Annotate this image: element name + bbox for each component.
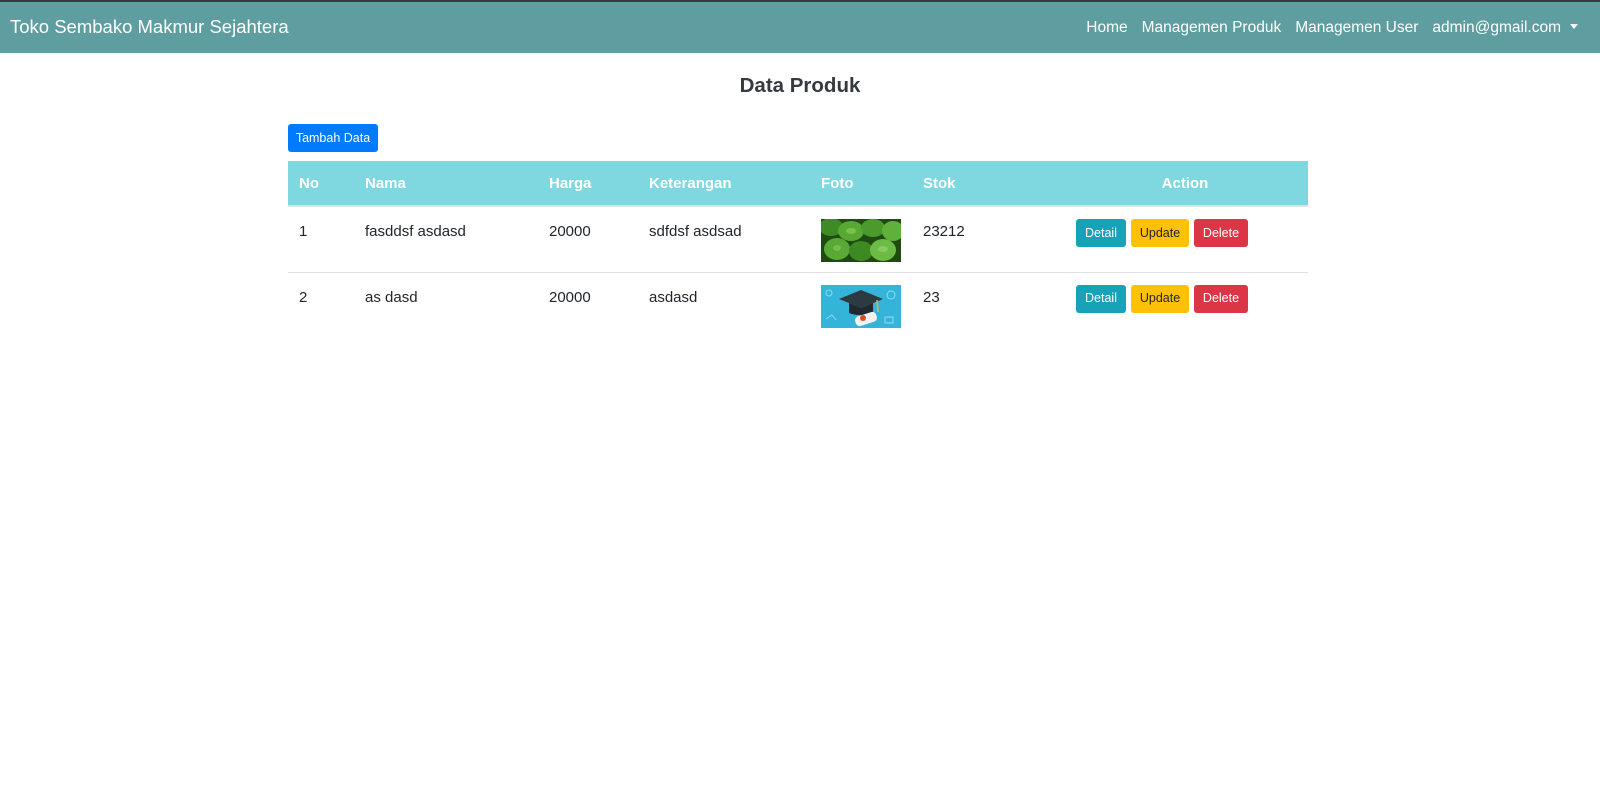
header-harga: Harga xyxy=(538,161,638,207)
row-actions: Detail Update Delete xyxy=(1076,284,1297,313)
cell-no: 2 xyxy=(288,271,354,338)
header-keterangan: Keterangan xyxy=(638,161,810,207)
cell-stok: 23212 xyxy=(923,223,965,240)
product-table: No Nama Harga Keterangan Foto Stok Actio… xyxy=(288,161,1308,338)
nav-links: Home Managemen Produk Managemen User adm… xyxy=(1086,19,1578,37)
nav-home-link[interactable]: Home xyxy=(1086,19,1127,37)
update-button[interactable]: Update xyxy=(1131,284,1189,313)
product-photo-graduation xyxy=(821,284,901,328)
cell-foto xyxy=(810,271,912,338)
detail-button[interactable]: Detail xyxy=(1076,219,1126,247)
header-foto: Foto xyxy=(810,161,912,207)
caret-down-icon xyxy=(1570,24,1578,29)
cell-nama: as dasd xyxy=(354,271,538,338)
navbar: Toko Sembako Makmur Sejahtera Home Manag… xyxy=(0,2,1600,53)
tambah-data-button[interactable]: Tambah Data xyxy=(288,124,378,152)
cell-action: Detail Update Delete xyxy=(1062,271,1308,338)
header-stok: Stok xyxy=(912,161,1062,207)
product-photo-leaves xyxy=(821,219,901,262)
update-button[interactable]: Update xyxy=(1131,219,1189,247)
nav-managemen-produk-link[interactable]: Managemen Produk xyxy=(1142,19,1282,37)
header-no: No xyxy=(288,161,354,207)
user-dropdown-toggle[interactable]: admin@gmail.com xyxy=(1432,19,1578,37)
row-actions: Detail Update Delete xyxy=(1076,219,1297,247)
cell-harga: 20000 xyxy=(538,271,638,338)
cell-harga: 20000 xyxy=(549,223,591,240)
header-action: Action xyxy=(1062,161,1308,207)
page-title: Data Produk xyxy=(739,74,861,97)
header-nama: Nama xyxy=(354,161,538,207)
cell-no: 1 xyxy=(299,223,308,240)
table-header-row: No Nama Harga Keterangan Foto Stok Actio… xyxy=(288,161,1308,207)
nav-managemen-user-link[interactable]: Managemen User xyxy=(1295,19,1418,37)
detail-button[interactable]: Detail xyxy=(1076,284,1126,313)
table-row: 1 fasddsf asdasd 20000 sdfdsf asdsad 232… xyxy=(288,206,1308,272)
cell-stok: 23 xyxy=(912,271,1062,338)
cell-action: Detail Update Delete xyxy=(1062,206,1308,272)
delete-button[interactable]: Delete xyxy=(1194,219,1248,247)
cell-keterangan: asdasd xyxy=(638,271,810,338)
cell-foto xyxy=(810,206,912,272)
cell-nama: fasddsf asdasd xyxy=(365,223,466,240)
brand-link[interactable]: Toko Sembako Makmur Sejahtera xyxy=(10,16,289,38)
delete-button[interactable]: Delete xyxy=(1194,284,1248,313)
product-table-wrapper: No Nama Harga Keterangan Foto Stok Actio… xyxy=(288,161,1308,338)
table-row: 2 as dasd 20000 asdasd 23 Detail Update … xyxy=(288,271,1308,338)
user-email: admin@gmail.com xyxy=(1432,19,1561,36)
cell-keterangan: sdfdsf asdsad xyxy=(649,223,742,240)
